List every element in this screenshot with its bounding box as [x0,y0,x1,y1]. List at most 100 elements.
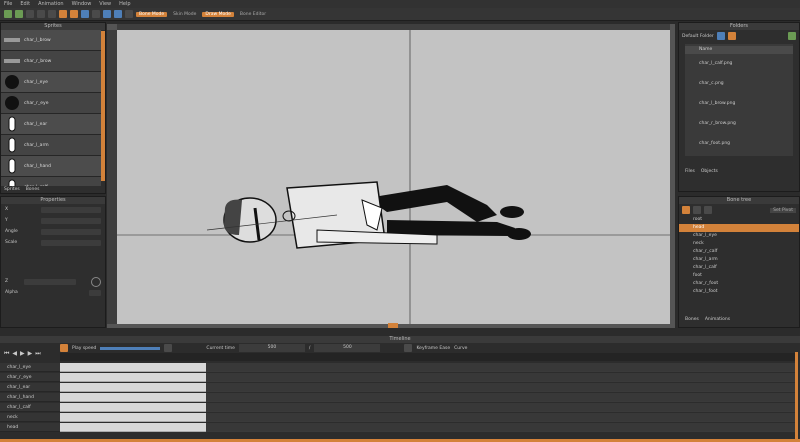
sprite-item[interactable]: char_l_eye [1,72,101,93]
time-ruler[interactable] [60,353,795,361]
y-field[interactable] [41,217,101,224]
alpha-field[interactable] [89,289,101,296]
canvas-scroll-handle[interactable] [388,323,398,328]
layout-icon[interactable] [114,10,122,18]
sprite-item[interactable]: char_l_hand [1,156,101,177]
bone-item[interactable]: char_l_calf [679,264,799,272]
sprite-thumbnail [4,74,20,90]
menu-edit[interactable]: Edit [20,1,30,7]
angle-field[interactable] [41,228,101,235]
folder-tree[interactable]: Name char_l_calf.png char_c.png char_l_brow… [685,44,793,156]
folder-tree-header[interactable]: Name [685,46,793,54]
refresh-icon[interactable] [788,32,796,40]
export-icon[interactable] [92,10,100,18]
bone-item[interactable]: head [679,224,799,232]
tab-bones-list[interactable]: Bones [685,317,699,322]
bone-item[interactable]: root [679,216,799,224]
sprite-item[interactable]: char_l_arm [1,135,101,156]
set-pivot-button[interactable]: Set Pivot [770,207,796,213]
track-label[interactable]: char_l_ear [0,383,60,392]
keyframe-span[interactable] [60,393,206,402]
bone-item[interactable]: char_l_arm [679,256,799,264]
menu-file[interactable]: File [4,1,12,7]
keyframe-span[interactable] [60,423,206,432]
rotation-dial[interactable] [91,276,101,287]
total-time-field[interactable]: 500 [314,344,381,352]
tab-objects[interactable]: Objects [701,169,718,174]
keyframe-span[interactable] [60,413,206,422]
menu-view[interactable]: View [99,1,111,7]
save-file-icon[interactable] [81,10,89,18]
x-field[interactable] [41,206,101,213]
track-label[interactable]: head [0,423,60,432]
menu-animation[interactable]: Animation [38,1,64,7]
current-time-field[interactable]: 500 [238,344,305,352]
playhead[interactable] [795,352,798,442]
keyframe-icon[interactable] [404,344,413,352]
folder-open-icon[interactable] [727,32,736,40]
sprite-item[interactable]: char_r_eye [1,93,101,114]
select-tool-icon[interactable] [26,10,34,18]
tab-sprites[interactable]: Sprites [4,187,20,192]
menu-help[interactable]: Help [119,1,130,7]
canvas[interactable] [117,30,670,324]
bone-mode-button[interactable]: Bone Mode [136,11,168,17]
folder-file-item[interactable]: char_l_calf.png [685,54,793,74]
next-frame-icon[interactable]: ▶ [28,350,33,358]
sprite-item[interactable]: char_l_calf [1,177,101,186]
image-icon[interactable] [125,10,133,18]
keyframe-span[interactable] [60,373,206,382]
sprite-item[interactable]: char_l_brow [1,30,101,51]
record-icon[interactable] [60,344,68,352]
menu-window[interactable]: Window [72,1,92,7]
open-file-icon[interactable] [70,10,78,18]
sprite-item[interactable]: char_r_brow [1,51,101,72]
tab-animations[interactable]: Animations [705,317,730,322]
bone-editor-button[interactable]: Bone Editor [237,12,269,17]
bone-item[interactable]: foot [679,272,799,280]
bone-item[interactable]: char_l_eye [679,232,799,240]
sprite-scrollbar[interactable] [101,31,105,181]
track-label[interactable]: char_l_calf [0,403,60,412]
play-speed-slider[interactable] [100,346,161,350]
tab-files[interactable]: Files [685,169,695,174]
folder-file-item[interactable]: char_foot.png [685,134,793,154]
rotate-tool-icon[interactable] [48,10,56,18]
folder-file-item[interactable]: char_c.png [685,74,793,94]
add-bone-icon[interactable] [693,206,701,214]
redo-icon[interactable] [15,10,23,18]
skip-end-icon[interactable]: ⏭ [35,350,40,358]
tab-bones[interactable]: Bones [26,187,40,192]
skin-mode-button[interactable]: Skin Mode [170,12,199,17]
folder-file-item[interactable]: char_r_brow.png [685,114,793,134]
skip-start-icon[interactable]: ⏮ [4,350,9,358]
bone-item[interactable]: char_r_foot [679,280,799,288]
track-label[interactable]: char_l_hand [0,393,60,402]
play-icon[interactable]: ▶ [20,350,25,358]
move-tool-icon[interactable] [37,10,45,18]
keyframe-span[interactable] [60,383,206,392]
folder-file-item[interactable]: char_l_brow.png [685,94,793,114]
folder-add-icon[interactable] [716,32,725,40]
undo-icon[interactable] [4,10,12,18]
z-slider[interactable] [23,278,76,285]
grid-icon[interactable] [103,10,111,18]
new-file-icon[interactable] [59,10,67,18]
bone-item[interactable]: char_r_calf [679,248,799,256]
prev-frame-icon[interactable]: ◀ [12,350,17,358]
sprite-item[interactable]: char_l_ear [1,114,101,135]
loop-icon[interactable] [164,344,173,352]
track-label[interactable]: char_l_eye [0,363,60,372]
scale-field[interactable] [41,239,101,246]
track-label[interactable]: neck [0,413,60,422]
draw-mode-button[interactable]: Draw Mode [202,11,234,17]
bone-item[interactable]: char_l_foot [679,288,799,296]
bone-list[interactable]: root head char_l_eye neck char_r_calf char_l_… [679,216,799,316]
copy-bone-icon[interactable] [704,206,712,214]
remove-bone-icon[interactable] [682,206,690,214]
bone-item[interactable]: neck [679,240,799,248]
sprite-list[interactable]: char_l_brow char_r_brow char_l_eye char_r_e… [1,30,101,186]
keyframe-span[interactable] [60,403,206,412]
track-label[interactable]: char_r_eye [0,373,60,382]
keyframe-span[interactable] [60,363,206,372]
